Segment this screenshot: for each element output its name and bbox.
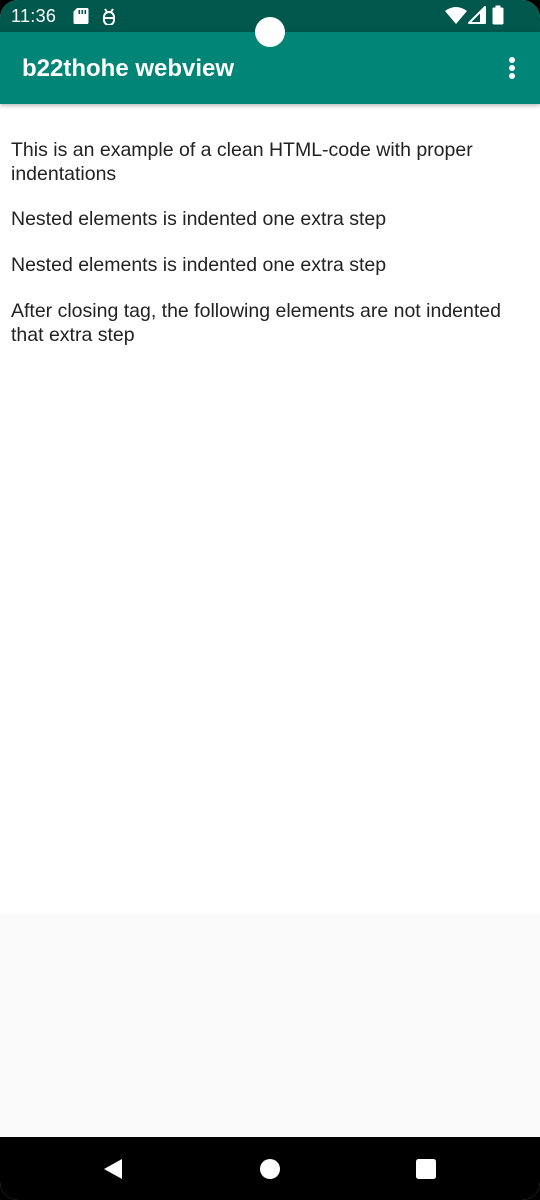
paragraph-intro: This is an example of a clean HTML-code … <box>11 139 473 185</box>
app-title: b22thohe webview <box>22 55 235 82</box>
sd-card-icon <box>73 8 89 24</box>
android-debug-icon <box>103 8 115 25</box>
status-time: 11:36 <box>11 6 57 26</box>
menu-dot <box>509 73 515 79</box>
back-icon[interactable] <box>101 1157 125 1181</box>
signal-icon <box>468 6 486 24</box>
paragraph-nested-2: Nested elements is indented one extra st… <box>11 254 387 276</box>
menu-dot <box>509 57 515 63</box>
home-icon[interactable] <box>259 1158 281 1180</box>
menu-dot <box>509 65 515 71</box>
phone-screen: 11:36 b22thohe webview This is an exampl… <box>0 0 540 1200</box>
wifi-icon <box>445 7 467 24</box>
camera-cutout <box>255 17 285 47</box>
more-vert-icon[interactable] <box>500 54 524 82</box>
recents-icon[interactable] <box>415 1158 437 1180</box>
webview-content[interactable]: This is an example of a clean HTML-code … <box>0 104 540 914</box>
paragraph-closing: After closing tag, the following element… <box>11 300 501 346</box>
battery-icon <box>492 5 504 25</box>
paragraph-nested-1: Nested elements is indented one extra st… <box>11 208 387 230</box>
navigation-bar <box>0 1137 540 1200</box>
